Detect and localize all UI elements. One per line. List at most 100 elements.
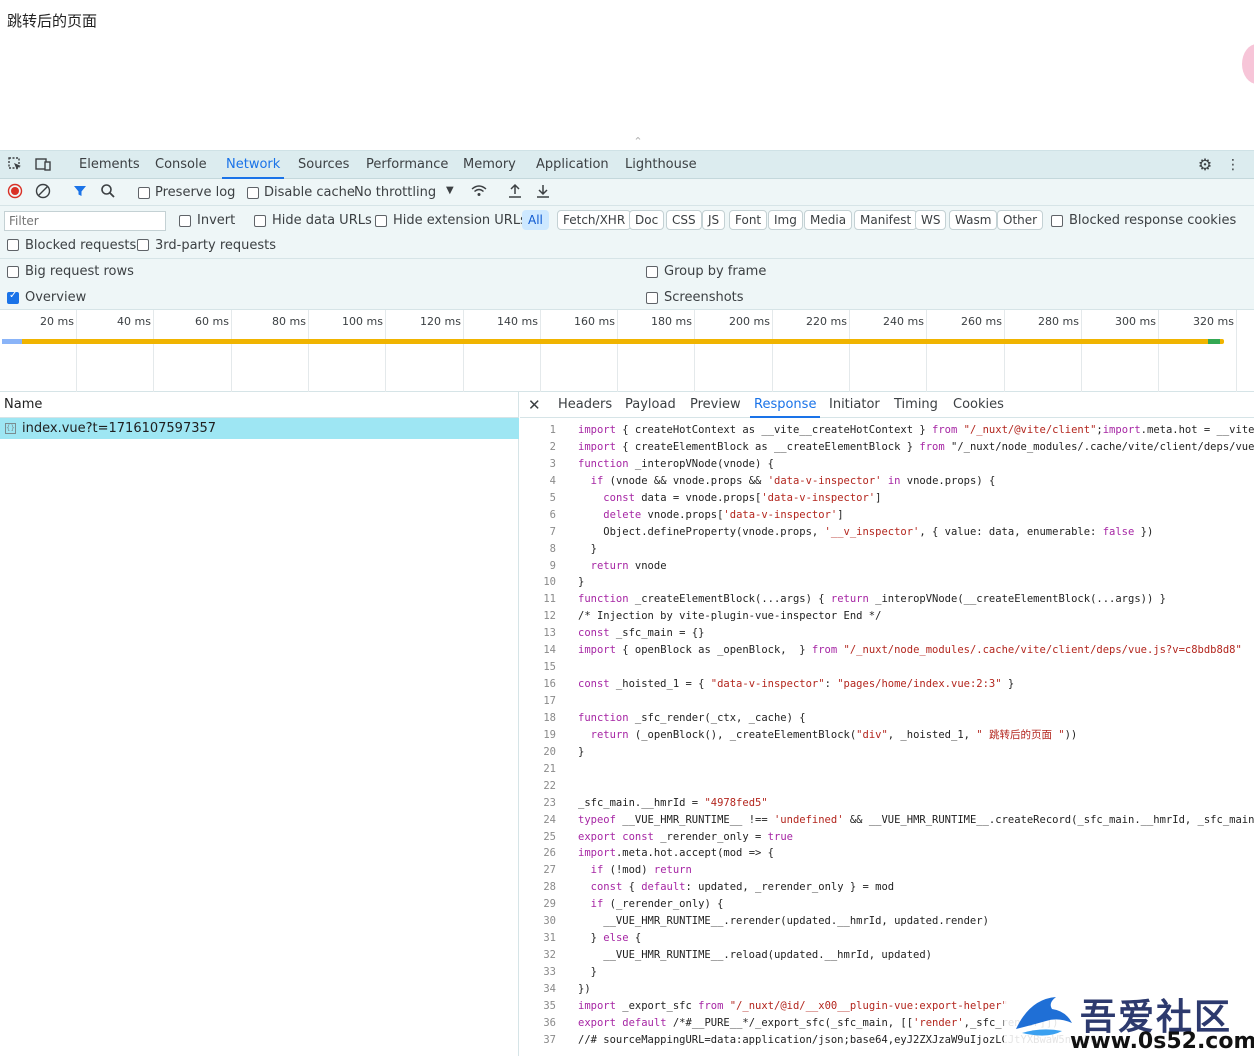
type-filter-all[interactable]: All <box>522 210 549 230</box>
blocked-requests-checkbox[interactable] <box>7 239 19 251</box>
code-line: 27 if (!mod) return <box>520 862 1254 879</box>
network-toolbar: Preserve log Disable cache No throttling… <box>0 179 1254 206</box>
code-text: import { openBlock as _openBlock, } from… <box>578 644 1242 657</box>
blocked-response-cookies-label: Blocked response cookies <box>1069 213 1237 228</box>
tab-preview[interactable]: Preview <box>690 392 741 418</box>
type-filter-fetch-xhr[interactable]: Fetch/XHR <box>557 210 632 230</box>
tab-timing[interactable]: Timing <box>894 392 938 418</box>
preserve-log-checkbox[interactable] <box>138 187 150 199</box>
throttling-select[interactable]: No throttling <box>354 185 436 200</box>
tab-memory[interactable]: Memory <box>463 151 516 179</box>
code-text: _sfc_main.__hmrId = "4978fed5" <box>578 796 768 809</box>
close-icon[interactable]: ✕ <box>528 392 541 418</box>
tab-sources[interactable]: Sources <box>298 151 349 179</box>
record-stop-icon[interactable] <box>6 183 24 201</box>
code-text: export const _rerender_only = true <box>578 830 793 843</box>
name-column-header[interactable]: Name <box>0 392 519 418</box>
type-filter-other[interactable]: Other <box>997 210 1044 230</box>
big-request-rows-checkbox[interactable] <box>7 266 19 278</box>
code-line: 26 import.meta.hot.accept(mod => { <box>520 845 1254 862</box>
blocked-response-cookies-checkbox[interactable] <box>1051 215 1063 227</box>
code-line: 1 import { createHotContext as __vite__cr… <box>520 422 1254 439</box>
code-line: 14 import { openBlock as _openBlock, } fr… <box>520 642 1254 659</box>
type-filter-wasm[interactable]: Wasm <box>949 210 998 230</box>
third-party-requests-checkbox[interactable] <box>137 239 149 251</box>
devtools-resize-handle[interactable]: ⌃ <box>628 135 648 150</box>
tick-label: 240 ms <box>883 315 924 328</box>
import-har-icon[interactable] <box>506 183 524 201</box>
type-filter-manifest[interactable]: Manifest <box>854 210 918 230</box>
screenshots-checkbox[interactable] <box>646 292 658 304</box>
export-har-icon[interactable] <box>534 183 552 201</box>
response-code-viewer[interactable]: 1 import { createHotContext as __vite__cr… <box>520 422 1254 1056</box>
hide-data-urls-checkbox[interactable] <box>254 215 266 227</box>
tab-headers[interactable]: Headers <box>558 392 612 418</box>
line-number: 25 <box>543 830 556 843</box>
filter-input[interactable] <box>4 211 166 231</box>
line-number: 22 <box>543 779 556 792</box>
invert-checkbox[interactable] <box>179 215 191 227</box>
code-text: const data = vnode.props['data-v-inspect… <box>603 491 882 504</box>
overview-label: Overview <box>25 290 87 305</box>
network-conditions-icon[interactable] <box>470 183 488 201</box>
line-number: 6 <box>549 508 556 521</box>
type-filter-font[interactable]: Font <box>729 210 768 230</box>
tick-line <box>1081 310 1082 392</box>
dolphin-logo-icon <box>1016 997 1072 1036</box>
inspect-element-icon[interactable] <box>6 156 24 174</box>
tab-network[interactable]: Network <box>222 151 285 179</box>
tick-line <box>1158 310 1159 392</box>
filter-icon[interactable] <box>71 183 89 201</box>
group-by-frame-checkbox[interactable] <box>646 266 658 278</box>
hide-extension-urls-checkbox[interactable] <box>375 215 387 227</box>
line-number: 28 <box>543 881 556 894</box>
line-number: 36 <box>543 1016 556 1029</box>
tab-payload[interactable]: Payload <box>625 392 676 418</box>
code-line: 10} <box>520 574 1254 591</box>
type-filter-media[interactable]: Media <box>804 210 853 230</box>
search-icon[interactable] <box>99 183 117 201</box>
more-options-icon[interactable]: ⋮ <box>1224 156 1242 174</box>
tab-initiator[interactable]: Initiator <box>829 392 880 418</box>
overview-checkbox[interactable] <box>7 290 19 304</box>
type-filter-js[interactable]: JS <box>702 210 726 230</box>
code-line: 31 } else { <box>520 930 1254 947</box>
tab-application[interactable]: Application <box>536 151 609 179</box>
file-icon: {} <box>5 423 16 434</box>
code-text: } <box>578 576 585 589</box>
line-number: 14 <box>543 644 556 657</box>
code-text: } else { <box>578 932 642 945</box>
line-number: 31 <box>543 932 556 945</box>
disable-cache-checkbox[interactable] <box>247 187 259 199</box>
tick-line <box>849 310 850 392</box>
overview-bar-finish <box>1208 339 1220 344</box>
tab-performance[interactable]: Performance <box>366 151 448 179</box>
settings-gear-icon[interactable]: ⚙ <box>1196 156 1214 174</box>
type-filter-ws[interactable]: WS <box>915 210 947 230</box>
timeline-overview[interactable]: 20 ms 40 ms 60 ms 80 ms 100 ms 120 ms 140 ms 16… <box>0 310 1254 392</box>
tab-console[interactable]: Console <box>155 151 207 179</box>
invert-label: Invert <box>197 213 236 228</box>
tab-cookies[interactable]: Cookies <box>953 392 1004 418</box>
code-text: if (vnode && vnode.props && 'data-v-insp… <box>590 474 996 487</box>
request-row[interactable]: {} index.vue?t=1716107597357 <box>0 418 519 439</box>
third-party-requests-label: 3rd-party requests <box>155 238 277 253</box>
overview-bar-waiting <box>2 339 22 344</box>
code-line: 19 return (_openBlock(), _createElementB… <box>520 727 1254 744</box>
line-number: 17 <box>543 695 556 707</box>
floating-blob <box>1242 44 1254 84</box>
tab-response[interactable]: Response <box>750 392 821 418</box>
clear-icon[interactable] <box>34 183 52 201</box>
type-filter-doc[interactable]: Doc <box>629 210 665 230</box>
tick-label: 40 ms <box>117 315 151 328</box>
tab-elements[interactable]: Elements <box>79 151 140 179</box>
watermark-url: www.0s52.com <box>1070 1029 1254 1054</box>
device-toolbar-icon[interactable] <box>34 156 52 174</box>
code-line: 9 return vnode <box>520 558 1254 575</box>
type-filter-css[interactable]: CSS <box>666 210 702 230</box>
type-filter-img[interactable]: Img <box>768 210 803 230</box>
code-line: 18 function _sfc_render(_ctx, _cache) { <box>520 710 1254 727</box>
chevron-down-icon[interactable]: ▼ <box>446 185 454 196</box>
tick-label: 300 ms <box>1115 315 1156 328</box>
tab-lighthouse[interactable]: Lighthouse <box>625 151 697 179</box>
